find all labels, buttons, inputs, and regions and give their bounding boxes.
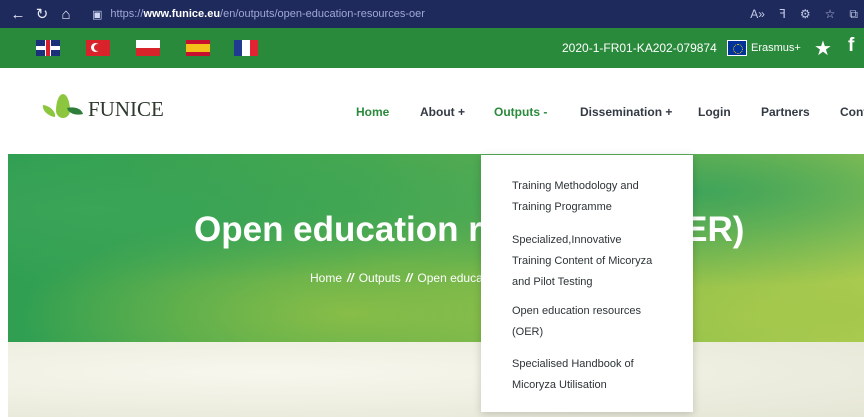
- menu-item-handbook[interactable]: Specialised Handbook of Micoryza Utilisa…: [512, 354, 682, 396]
- read-aloud-icon[interactable]: A»: [750, 7, 765, 21]
- breadcrumb-separator: //: [347, 271, 354, 285]
- facebook-icon[interactable]: f: [848, 35, 854, 57]
- breadcrumb-home[interactable]: Home: [310, 271, 342, 285]
- eu-flag-icon: [727, 40, 747, 56]
- spain-flag-icon[interactable]: [186, 40, 210, 56]
- home-icon[interactable]: ⌂: [54, 6, 78, 23]
- leaf-logo-icon: [41, 94, 86, 124]
- nav-about[interactable]: About +: [420, 105, 465, 119]
- browser-actions: A» ꟻ ⚙ ☆ ⧉: [750, 0, 858, 28]
- nav-partners[interactable]: Partners: [761, 105, 810, 119]
- address-bar[interactable]: ▣ https://www.funice.eu/en/outputs/open-…: [92, 3, 425, 25]
- browser-toolbar: ← ↻ ⌂ ▣ https://www.funice.eu/en/outputs…: [0, 0, 864, 28]
- france-flag-icon[interactable]: [234, 40, 258, 56]
- nav-home[interactable]: Home: [356, 105, 389, 119]
- turkey-flag-icon[interactable]: [86, 40, 110, 56]
- collections-icon[interactable]: ⧉: [849, 7, 858, 22]
- top-bar: 2020-1-FR01-KA202-079874 Erasmus+ ★ f: [0, 28, 864, 68]
- back-icon[interactable]: ←: [6, 6, 30, 23]
- outputs-dropdown-menu: Training Methodology and Training Progra…: [481, 155, 693, 412]
- hero-banner: Open education resources (OER) Home // Out…: [8, 154, 864, 342]
- nav-outputs[interactable]: Outputs -: [494, 105, 547, 119]
- refresh-icon[interactable]: ↻: [30, 5, 54, 23]
- url-text[interactable]: https://www.funice.eu/en/outputs/open-ed…: [110, 8, 425, 20]
- project-code: 2020-1-FR01-KA202-079874: [562, 41, 717, 55]
- menu-item-training-content[interactable]: Specialized,Innovative Training Content …: [512, 230, 682, 293]
- nav-contact[interactable]: Cont: [840, 105, 864, 119]
- translate-icon[interactable]: ꟻ: [779, 7, 786, 21]
- nav-dissemination[interactable]: Dissemination +: [580, 105, 672, 119]
- lock-icon[interactable]: ▣: [92, 8, 102, 21]
- uk-flag-icon[interactable]: [36, 40, 60, 56]
- poland-flag-icon[interactable]: [136, 40, 160, 56]
- menu-item-training-methodology[interactable]: Training Methodology and Training Progra…: [512, 176, 682, 218]
- breadcrumb-separator: //: [405, 271, 413, 285]
- site-header: FUNICE Home About + Outputs - Disseminat…: [0, 68, 864, 154]
- breadcrumb-outputs[interactable]: Outputs: [359, 271, 401, 285]
- nav-login[interactable]: Login: [698, 105, 731, 119]
- menu-item-oer[interactable]: Open education resources (OER): [512, 301, 682, 343]
- erasmus-label: Erasmus+: [751, 42, 801, 54]
- content-section: [8, 342, 864, 417]
- site-logo[interactable]: FUNICE: [41, 94, 164, 124]
- extensions-icon[interactable]: ⚙: [800, 7, 811, 21]
- erasmus-logo: Erasmus+: [727, 40, 801, 56]
- favorites-icon[interactable]: ☆: [825, 7, 836, 21]
- logo-text: FUNICE: [88, 96, 164, 121]
- star-icon[interactable]: ★: [814, 36, 832, 61]
